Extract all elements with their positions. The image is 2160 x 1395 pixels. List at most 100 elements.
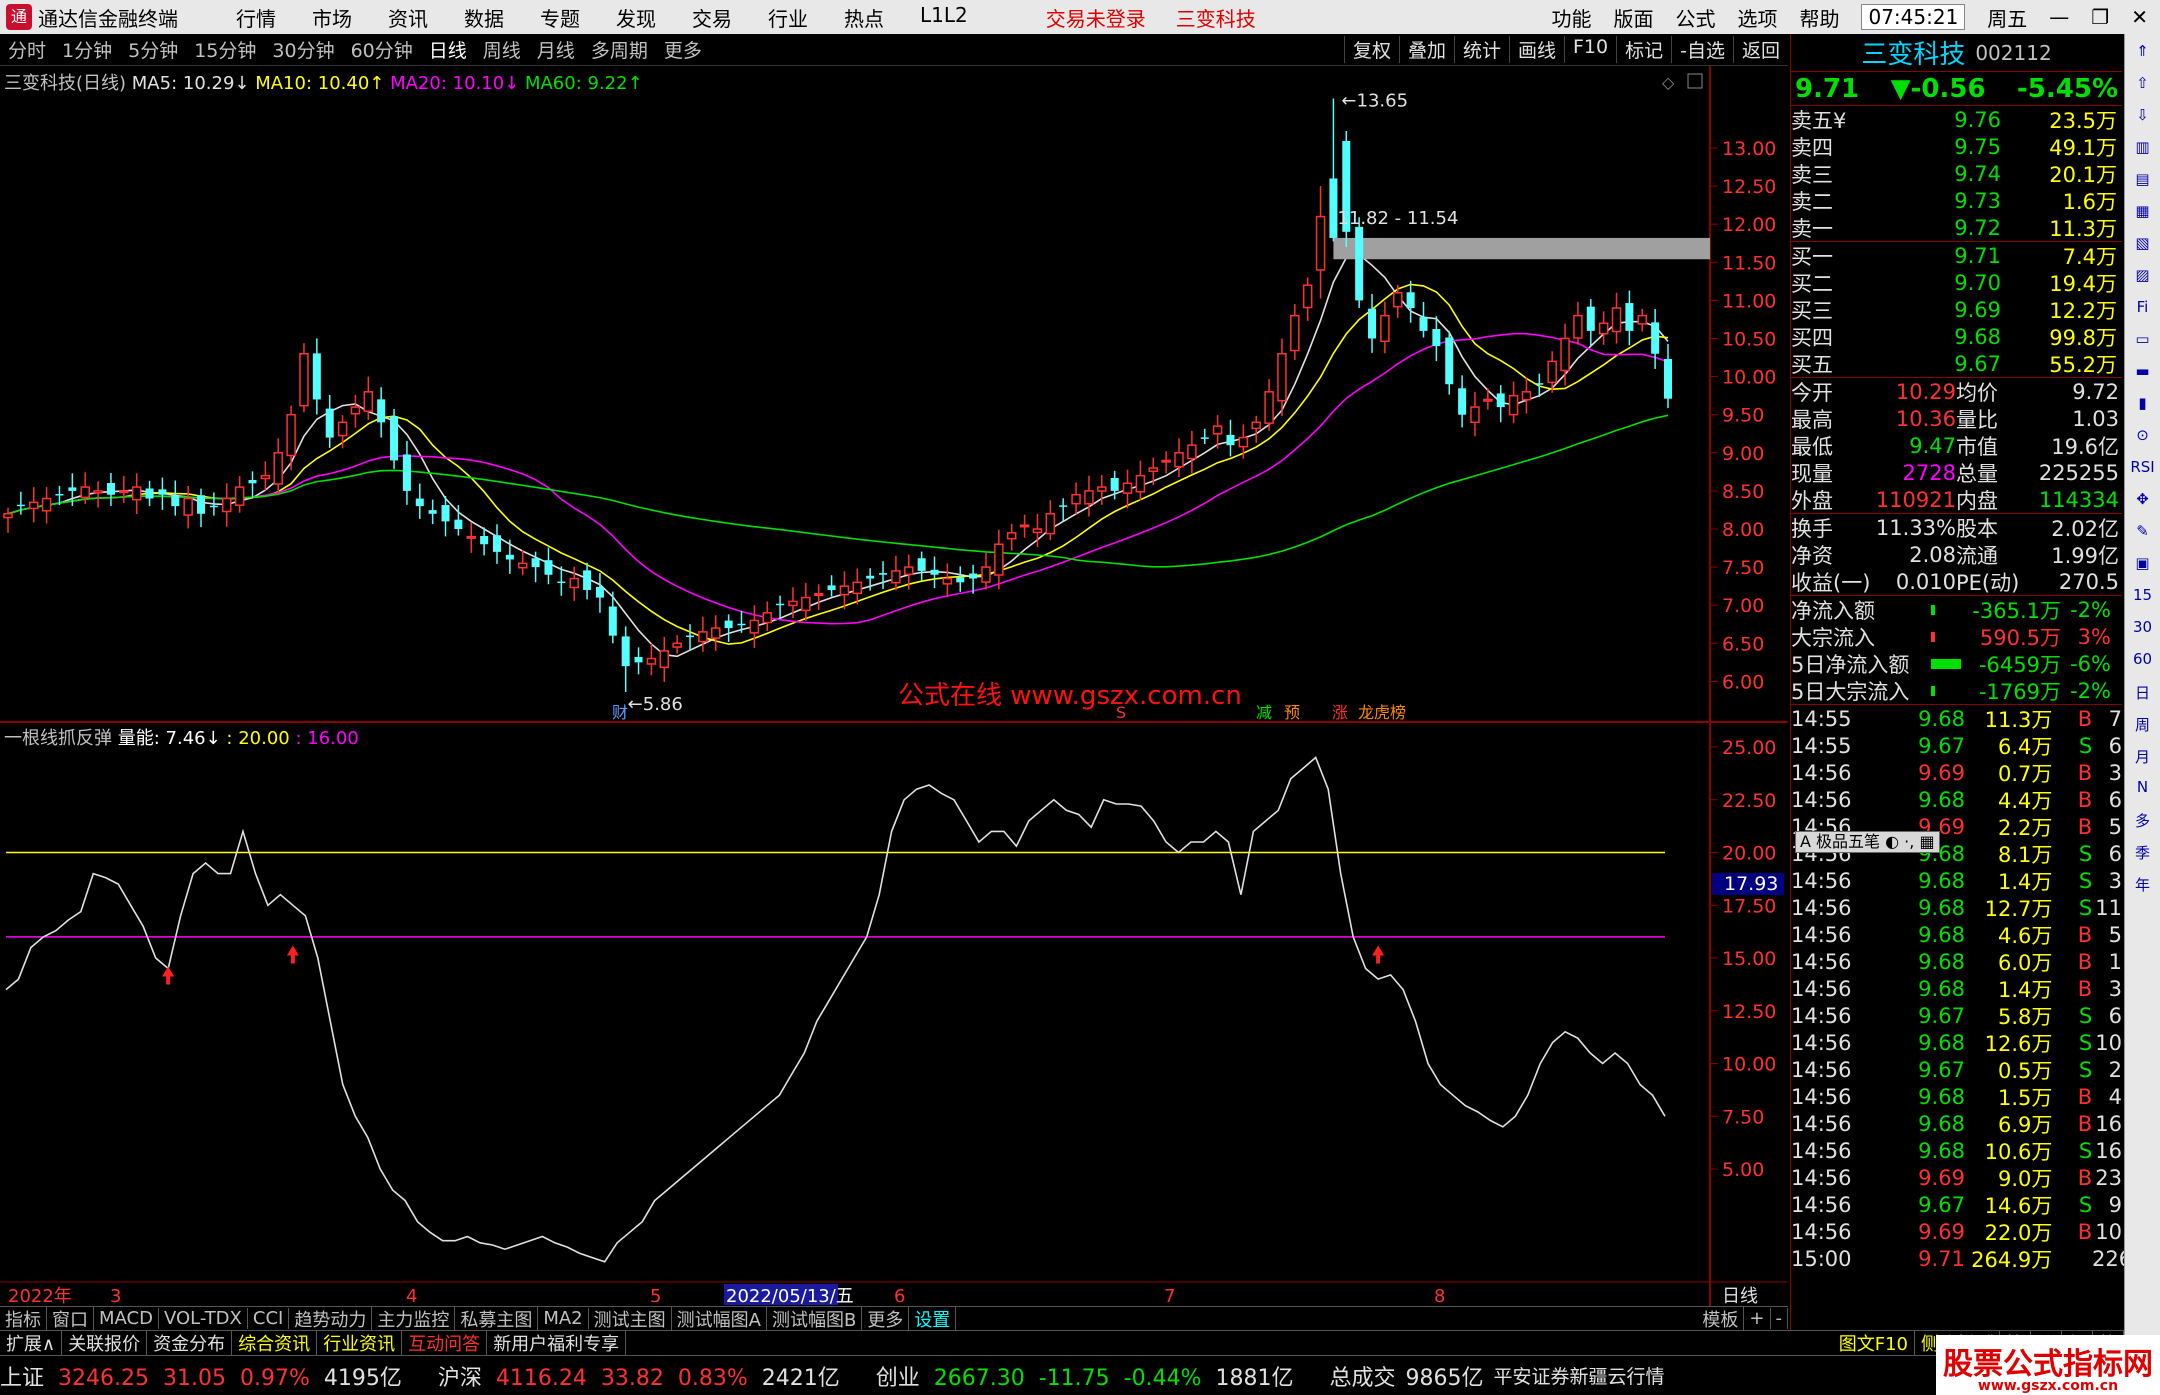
side-tool-icon-24[interactable]: 多 [2130,810,2156,834]
index-2[interactable]: 创业 2667.30 -11.75 -0.44% 1881亿 [876,1360,1320,1392]
tool-button-1[interactable]: 叠加 [1398,36,1454,63]
indicator-tab-1[interactable]: 窗口 [47,1305,94,1332]
period-tab-6[interactable]: 日线 [421,36,475,63]
menu-item-0[interactable]: 行情 [218,3,294,32]
indicator-tab-7[interactable]: 私募主图 [455,1305,539,1332]
bid-row-3[interactable]: 买四 9.68 99.8万 [1791,323,2122,350]
ext-tab-3[interactable]: 综合资讯 [232,1330,318,1356]
bid-row-1[interactable]: 买二 9.70 19.4万 [1791,269,2122,296]
side-tool-icon-21[interactable]: 周 [2130,714,2156,738]
ext-tab-0[interactable]: 扩展∧ [0,1330,63,1356]
bid-row-4[interactable]: 买五 9.67 55.2万 [1791,350,2122,377]
template-button-1[interactable]: + [1744,1308,1771,1329]
ext-right-0[interactable]: 图文F10 [1833,1330,1915,1356]
side-tool-icon-8[interactable]: Fi [2130,298,2156,322]
side-tool-icon-22[interactable]: 月 [2130,746,2156,770]
ext-tab-1[interactable]: 关联报价 [62,1330,148,1356]
side-tool-icon-18[interactable]: 30 [2130,618,2156,642]
indicator-tab-2[interactable]: MACD [94,1308,159,1329]
right-menu-item-1[interactable]: 版面 [1613,3,1653,32]
tool-button-3[interactable]: 画线 [1508,36,1564,63]
ime-popup[interactable]: A 极品五笔 ◐ ·, ▦ [1795,831,1940,853]
restore-icon[interactable]: ❐ [2091,5,2109,29]
period-tab-10[interactable]: 更多 [656,36,710,63]
indicator-tab-13[interactable]: 设置 [909,1305,957,1332]
period-tab-4[interactable]: 30分钟 [264,36,342,63]
close-icon[interactable]: ✕ [2131,5,2148,29]
period-tab-1[interactable]: 1分钟 [54,36,120,63]
ask-row-3[interactable]: 卖二 9.73 1.6万 [1791,187,2122,214]
menu-item-7[interactable]: 行业 [750,3,826,32]
indicator-tab-0[interactable]: 指标 [0,1305,47,1332]
side-tool-icon-1[interactable]: ⇧ [2130,74,2156,98]
ask-row-4[interactable]: 卖一 9.72 11.3万 [1791,214,2122,241]
menu-item-9[interactable]: L1L2 [902,3,986,32]
event-mark[interactable]: 预 [1284,703,1300,722]
indicator-tab-11[interactable]: 测试幅图B [767,1305,863,1332]
indicator-tab-4[interactable]: CCI [248,1308,290,1329]
tool-button-6[interactable]: -自选 [1671,36,1733,63]
tool-button-2[interactable]: 统计 [1453,36,1509,63]
event-mark[interactable]: 财 [612,703,628,722]
side-tool-icon-5[interactable]: ▦ [2130,202,2156,226]
menu-item-5[interactable]: 发现 [598,3,674,32]
right-menu-item-2[interactable]: 公式 [1675,3,1715,32]
right-menu-item-0[interactable]: 功能 [1551,3,1591,32]
right-menu-item-4[interactable]: 帮助 [1799,3,1839,32]
menu-item-3[interactable]: 数据 [446,3,522,32]
ext-tab-6[interactable]: 新用户福利专享 [487,1330,627,1356]
menu-item-8[interactable]: 热点 [826,3,902,32]
side-tool-icon-12[interactable]: ⊙ [2130,426,2156,450]
bid-row-2[interactable]: 买三 9.69 12.2万 [1791,296,2122,323]
bid-row-0[interactable]: 买一 9.71 7.4万 [1791,242,2122,269]
event-mark[interactable]: 涨 [1332,703,1348,722]
indicator-tab-12[interactable]: 更多 [862,1305,910,1332]
side-tool-icon-23[interactable]: N [2130,778,2156,802]
side-tool-icon-26[interactable]: 年 [2130,874,2156,898]
ext-tab-5[interactable]: 互动问答 [402,1330,488,1356]
menu-item-4[interactable]: 专题 [522,3,598,32]
tool-button-5[interactable]: 标记 [1616,36,1671,63]
period-tab-7[interactable]: 周线 [475,36,529,63]
ask-row-2[interactable]: 卖三 9.74 20.1万 [1791,160,2122,187]
side-tool-icon-19[interactable]: 60 [2130,650,2156,674]
event-mark[interactable]: 龙虎榜 [1358,703,1406,722]
template-button-2[interactable]: - [1771,1308,1788,1329]
side-tool-icon-14[interactable]: ✥ [2130,490,2156,514]
side-tool-icon-3[interactable]: ▥ [2130,138,2156,162]
side-tool-icon-16[interactable]: ▣ [2130,554,2156,578]
period-tab-9[interactable]: 多周期 [583,36,656,63]
side-tool-icon-17[interactable]: 15 [2130,586,2156,610]
indicator-tab-10[interactable]: 测试幅图A [672,1305,767,1332]
side-tool-icon-20[interactable]: 日 [2130,682,2156,706]
tool-button-0[interactable]: 复权 [1343,36,1399,63]
indicator-tab-8[interactable]: MA2 [538,1308,589,1329]
tick-list[interactable]: 14:55 9.68 11.3万 B 7 14:55 9.67 6.4万 S 6 14:56 9.69… [1791,705,2132,1272]
ask-row-0[interactable]: 卖五¥ 9.76 23.5万 [1791,106,2122,133]
event-mark[interactable]: 减 [1256,703,1272,722]
tool-button-7[interactable]: 返回 [1732,36,1788,63]
event-mark[interactable]: S [1116,703,1126,722]
side-tool-icon-9[interactable]: ▭ [2130,330,2156,354]
menu-item-6[interactable]: 交易 [674,3,750,32]
side-tool-icon-6[interactable]: ▧ [2130,234,2156,258]
ext-tab-2[interactable]: 资金分布 [147,1330,233,1356]
side-tool-icon-2[interactable]: ⇩ [2130,106,2156,130]
period-tab-3[interactable]: 15分钟 [186,36,264,63]
tool-button-4[interactable]: F10 [1564,36,1616,63]
ext-tab-4[interactable]: 行业资讯 [317,1330,403,1356]
period-tab-5[interactable]: 60分钟 [343,36,421,63]
index-1[interactable]: 沪深 4116.24 33.82 0.83% 2421亿 [438,1360,866,1392]
template-button-0[interactable]: 模板 [1697,1305,1745,1332]
side-tool-icon-13[interactable]: RSI [2130,458,2156,482]
period-tab-0[interactable]: 分时 [0,36,54,63]
login-status[interactable]: 交易未登录 [1046,3,1146,32]
side-tool-icon-7[interactable]: ▨ [2130,266,2156,290]
indicator-tab-3[interactable]: VOL-TDX [159,1308,248,1329]
side-tool-icon-15[interactable]: ✎ [2130,522,2156,546]
side-tool-icon-0[interactable]: ⇑ [2130,42,2156,66]
kline-chart[interactable]: 13.00 12.50 12.00 11.50 11.00 10.50 10.00 9.50 9… [0,66,1788,1306]
period-tab-2[interactable]: 5分钟 [120,36,186,63]
period-tab-8[interactable]: 月线 [529,36,583,63]
menu-item-1[interactable]: 市场 [294,3,370,32]
